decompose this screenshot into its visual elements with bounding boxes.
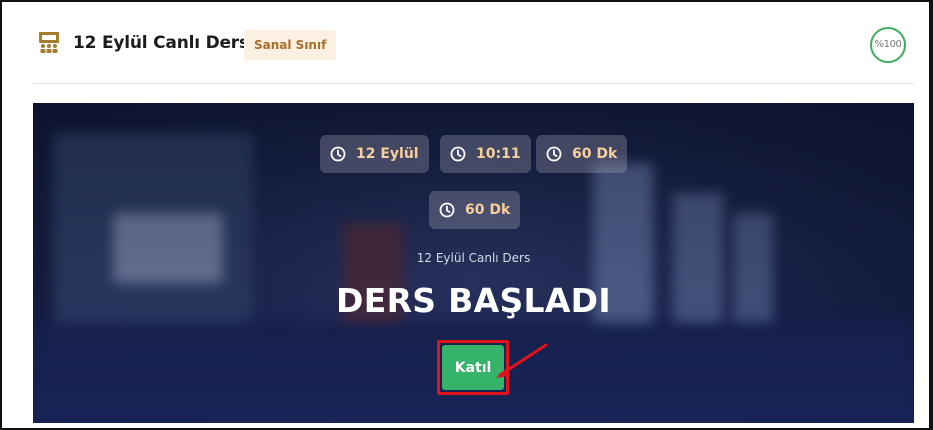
time-pill: 10:11 bbox=[440, 135, 531, 173]
clock-icon bbox=[450, 146, 466, 162]
live-lesson-banner: 12 Eylül 10:11 60 Dk 60 Dk 12 Eylül Canl… bbox=[33, 103, 914, 423]
lesson-status: DERS BAŞLADI bbox=[336, 281, 611, 320]
clock-icon bbox=[330, 146, 346, 162]
course-header: 12 Eylül Canlı Ders Sanal Sınıf %100 bbox=[34, 20, 914, 84]
pill-label: 12 Eylül bbox=[356, 146, 419, 162]
date-pill: 12 Eylül bbox=[320, 135, 429, 173]
lesson-subtitle: 12 Eylül Canlı Ders bbox=[416, 251, 531, 265]
pointer-arrow-icon bbox=[496, 343, 548, 378]
course-title: 12 Eylül Canlı Ders bbox=[73, 33, 249, 53]
clock-icon bbox=[439, 202, 455, 218]
frame-edge bbox=[929, 0, 933, 430]
virtual-class-badge: Sanal Sınıf bbox=[244, 30, 337, 60]
progress-indicator: %100 bbox=[870, 27, 906, 63]
pill-label: 60 Dk bbox=[572, 146, 618, 162]
clock-icon bbox=[546, 146, 562, 162]
classroom-icon bbox=[37, 31, 61, 55]
pill-label: 60 Dk bbox=[465, 202, 511, 218]
duration-pill: 60 Dk bbox=[429, 191, 521, 229]
duration-pill: 60 Dk bbox=[536, 135, 628, 173]
pill-label: 10:11 bbox=[476, 146, 521, 162]
